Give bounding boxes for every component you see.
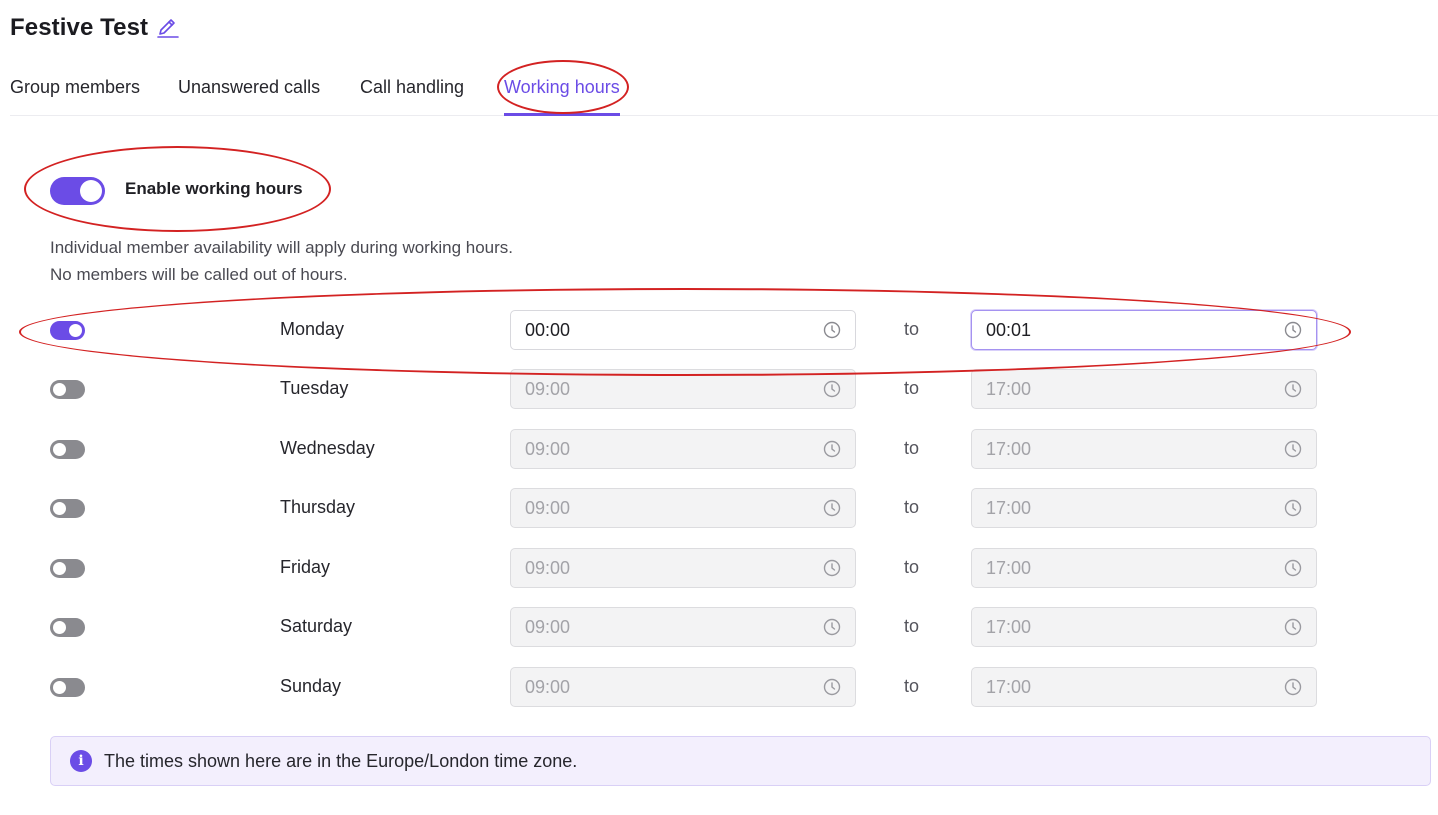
toggle-knob [53,681,66,694]
page-title: Festive Test [10,14,149,41]
clock-icon [823,499,841,517]
day-label: Saturday [280,616,353,636]
wednesday-end-time[interactable]: 17:00 [971,429,1317,469]
day-label: Sunday [280,676,342,696]
thursday-end-time[interactable]: 17:00 [971,488,1317,528]
info-icon: i [70,750,92,772]
day-label: Friday [280,557,331,577]
clock-icon [1284,559,1302,577]
tab-working-hours[interactable]: Working hours [504,74,620,116]
monday-start-time[interactable]: 00:00 [510,310,856,350]
monday-toggle[interactable] [50,321,85,340]
toggle-knob [53,383,66,396]
time-value: 09:00 [525,676,571,697]
sunday-toggle[interactable] [50,678,85,697]
toggle-knob [53,443,66,456]
time-value: 17:00 [986,378,1032,399]
clock-icon [1284,321,1302,339]
timezone-info-box: i The times shown here are in the Europe… [50,736,1431,786]
clock-icon [1284,678,1302,696]
tuesday-start-time[interactable]: 09:00 [510,369,856,409]
clock-icon [823,440,841,458]
day-label: Wednesday [280,438,375,458]
time-value: 00:00 [525,319,571,340]
tab-bar: Group members Unanswered calls Call hand… [10,70,1438,116]
to-label: to [904,497,920,517]
friday-start-time[interactable]: 09:00 [510,548,856,588]
time-value: 09:00 [525,497,571,518]
clock-icon [823,321,841,339]
saturday-end-time[interactable]: 17:00 [971,607,1317,647]
to-label: to [904,616,920,636]
clock-icon [1284,618,1302,636]
page-header: Festive Test [10,14,180,42]
day-label: Tuesday [280,378,349,398]
time-value: 09:00 [525,378,571,399]
toggle-knob [53,562,66,575]
sunday-end-time[interactable]: 17:00 [971,667,1317,707]
toggle-knob [53,621,66,634]
friday-toggle[interactable] [50,559,85,578]
saturday-start-time[interactable]: 09:00 [510,607,856,647]
time-value: 09:00 [525,616,571,637]
toggle-knob [69,324,82,337]
enable-working-hours-label: Enable working hours [125,179,303,198]
description-line-1: Individual member availability will appl… [50,238,513,257]
time-value: 17:00 [986,438,1032,459]
clock-icon [823,678,841,696]
description-line-2: No members will be called out of hours. [50,265,348,284]
time-value: 17:00 [986,616,1032,637]
to-label: to [904,557,920,577]
clock-icon [823,559,841,577]
to-label: to [904,438,920,458]
wednesday-start-time[interactable]: 09:00 [510,429,856,469]
time-value: 17:00 [986,676,1032,697]
to-label: to [904,676,920,696]
tuesday-end-time[interactable]: 17:00 [971,369,1317,409]
to-label: to [904,378,920,398]
pencil-icon[interactable] [156,16,180,40]
tab-call-handling[interactable]: Call handling [360,74,464,116]
clock-icon [1284,499,1302,517]
time-value: 17:00 [986,497,1032,518]
enable-working-hours-toggle[interactable] [50,177,105,205]
time-value: 09:00 [525,557,571,578]
friday-end-time[interactable]: 17:00 [971,548,1317,588]
timezone-info-text: The times shown here are in the Europe/L… [104,750,578,771]
wednesday-toggle[interactable] [50,440,85,459]
clock-icon [823,618,841,636]
time-value: 17:00 [986,557,1032,578]
clock-icon [823,380,841,398]
tab-unanswered-calls[interactable]: Unanswered calls [178,74,320,116]
toggle-knob [80,180,102,202]
day-label: Thursday [280,497,356,517]
time-value: 00:01 [986,319,1032,340]
tab-group-members[interactable]: Group members [10,74,140,116]
to-label: to [904,319,920,339]
toggle-knob [53,502,66,515]
monday-end-time[interactable]: 00:01 [971,310,1317,350]
thursday-start-time[interactable]: 09:00 [510,488,856,528]
sunday-start-time[interactable]: 09:00 [510,667,856,707]
clock-icon [1284,380,1302,398]
time-value: 09:00 [525,438,571,459]
day-label: Monday [280,319,345,339]
saturday-toggle[interactable] [50,618,85,637]
thursday-toggle[interactable] [50,499,85,518]
tuesday-toggle[interactable] [50,380,85,399]
clock-icon [1284,440,1302,458]
